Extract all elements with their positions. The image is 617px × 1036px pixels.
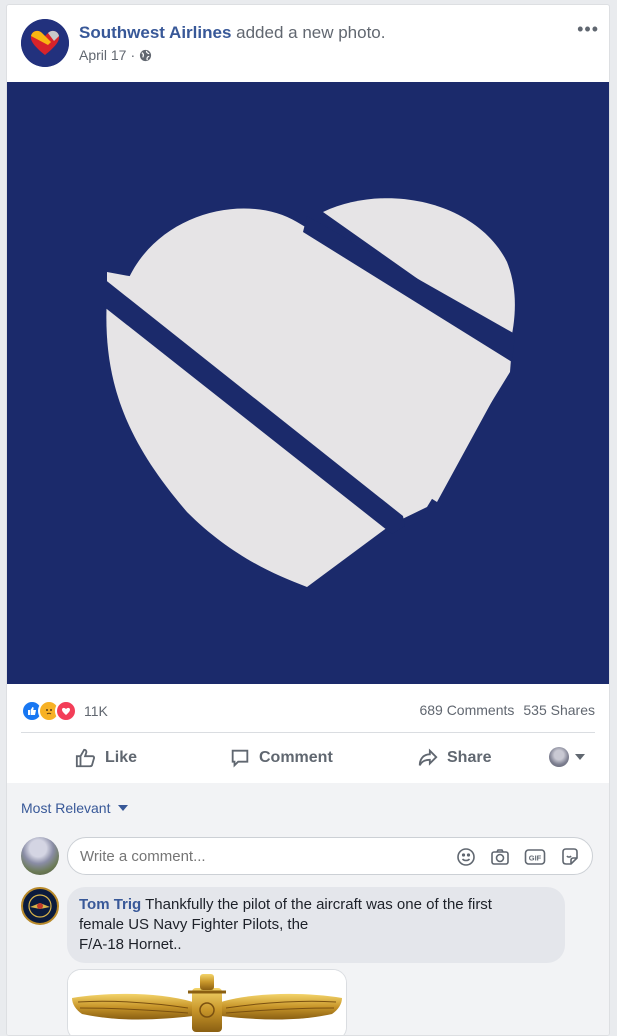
post-header: Southwest Airlines added a new photo. Ap… [7, 5, 609, 81]
comment-text-line3: F/A-18 Hornet.. [79, 936, 182, 953]
post-action-text: added a new photo. [236, 23, 386, 42]
meta-separator: · [130, 47, 136, 63]
chevron-down-icon [118, 805, 129, 811]
sort-label: Most Relevant [21, 800, 111, 816]
current-user-avatar[interactable] [21, 837, 59, 875]
more-options-button[interactable]: ••• [577, 19, 599, 40]
navy-wings-image [68, 970, 346, 1035]
share-icon [418, 748, 438, 766]
commenter-avatar[interactable] [21, 887, 59, 925]
post-stats: 11K 689 Comments 535 Shares [7, 691, 609, 727]
post-meta: April 17 · [79, 47, 152, 63]
post-card: Southwest Airlines added a new photo. Ap… [6, 4, 610, 1036]
comment-label: Comment [259, 749, 333, 766]
comment-text-line1: Thankfully the pilot of the aircraft was… [145, 896, 492, 913]
comment-input[interactable] [80, 848, 440, 865]
globe-icon [140, 49, 152, 61]
emoji-icon[interactable] [456, 847, 476, 867]
comment-bubble: Tom Trig Thankfully the pilot of the air… [67, 887, 565, 963]
navy-emblem-icon [25, 891, 55, 921]
heart-image [7, 82, 609, 684]
engagement-counts: 689 Comments 535 Shares [419, 702, 595, 718]
post-as-selector[interactable] [549, 747, 585, 767]
comment-button[interactable]: Comment [229, 747, 333, 769]
viewer-avatar [549, 747, 569, 767]
stats-divider [21, 732, 595, 733]
post-actions: Like Comment Share [7, 735, 609, 781]
page-name-link[interactable]: Southwest Airlines [79, 23, 231, 42]
share-button[interactable]: Share [417, 747, 491, 769]
comments-section: Most Relevant GIF [7, 783, 609, 1035]
like-icon [75, 748, 95, 768]
like-button[interactable]: Like [75, 747, 137, 769]
post-date[interactable]: April 17 [79, 47, 126, 63]
comment-author[interactable]: Tom Trig [79, 896, 141, 913]
camera-icon[interactable] [490, 847, 510, 867]
comment-icon [231, 749, 249, 768]
gif-icon[interactable]: GIF [524, 847, 546, 867]
southwest-heart-logo [21, 19, 69, 67]
svg-text:GIF: GIF [529, 854, 542, 863]
composer-tools: GIF [456, 847, 580, 867]
page-avatar[interactable] [21, 19, 69, 67]
chevron-down-icon [575, 754, 585, 760]
comment-text-line2: female US Navy Fighter Pilots, the [79, 916, 309, 933]
post-title: Southwest Airlines added a new photo. [79, 23, 386, 43]
reactions-count[interactable]: 11K [84, 703, 108, 719]
post-photo[interactable] [7, 82, 609, 684]
like-label: Like [105, 749, 138, 766]
shares-count-link[interactable]: 535 Shares [523, 702, 595, 718]
comment-sort-dropdown[interactable]: Most Relevant [21, 800, 129, 816]
comment-attachment-image[interactable] [67, 969, 347, 1035]
reactions-summary[interactable]: 11K [21, 700, 108, 722]
share-label: Share [447, 749, 492, 766]
comments-count-link[interactable]: 689 Comments [419, 702, 514, 718]
love-reaction-icon [55, 700, 77, 722]
comment-composer[interactable]: GIF [67, 837, 593, 875]
sticker-icon[interactable] [560, 847, 580, 867]
